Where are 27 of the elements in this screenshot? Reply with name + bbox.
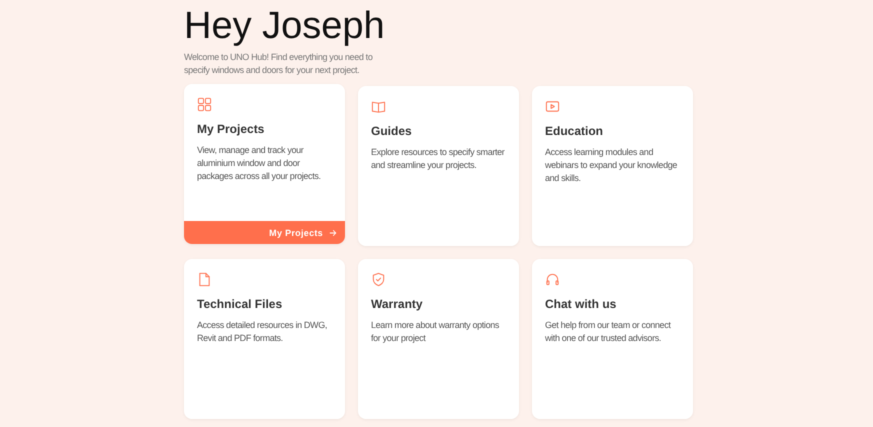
card-description: Explore resources to specify smarter and streamline your projects. bbox=[371, 146, 506, 172]
file-icon bbox=[197, 272, 212, 287]
book-icon bbox=[371, 99, 386, 114]
card[interactable]: Education Access learning modules and webinars to expand your knowledge and skills. bbox=[532, 86, 693, 246]
intro-text: Welcome to UNO Hub! Find everything you need to specify windows and doors for your next project. bbox=[184, 51, 374, 77]
headset-icon bbox=[545, 272, 560, 287]
grid-icon bbox=[197, 97, 212, 112]
shield-check-icon bbox=[371, 272, 386, 287]
card-title: Education bbox=[545, 124, 604, 138]
card[interactable]: Warranty Learn more about warranty options for your project bbox=[358, 259, 519, 419]
arrow-right-icon bbox=[329, 228, 337, 236]
card-description: Access detailed resources in DWG, Revit and PDF formats. bbox=[197, 319, 328, 345]
card[interactable]: Chat with us Get help from our team or connect with one of our trusted advisors. bbox=[532, 259, 693, 419]
card-title: Chat with us bbox=[545, 297, 618, 311]
card-title: Technical Files bbox=[197, 297, 284, 311]
card[interactable]: My Projects View, manage and track your aluminium window and door packages across all your projects. My Projects bbox=[184, 84, 345, 244]
play-icon bbox=[545, 99, 560, 114]
card-description: Access learning modules and webinars to expand your knowledge and skills. bbox=[545, 146, 678, 185]
card[interactable]: Guides Explore resources to specify smarter and streamline your projects. bbox=[358, 86, 519, 246]
card-description: Get help from our team or connect with one of our trusted advisors. bbox=[545, 319, 672, 345]
card[interactable]: Technical Files Access detailed resources in DWG, Revit and PDF formats. bbox=[184, 259, 345, 419]
card-title: Warranty bbox=[371, 297, 424, 311]
card-title: Guides bbox=[371, 124, 413, 138]
card-title: My Projects bbox=[197, 122, 266, 136]
greeting-heading: Hey Joseph bbox=[184, 4, 386, 48]
card-description: View, manage and track your aluminium window and door packages across all your projects. bbox=[197, 144, 322, 183]
card-description: Learn more about warranty options for your project bbox=[371, 319, 500, 345]
